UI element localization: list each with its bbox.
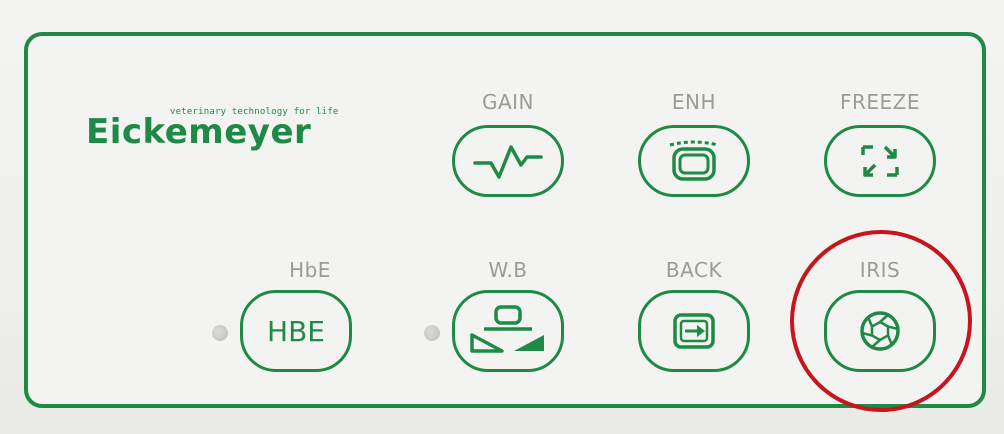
freeze-label: FREEZE [839,90,920,114]
wb-indicator-led [424,325,440,341]
hbe-indicator-led [212,325,228,341]
brand-logo: Eickemeyer [86,112,312,152]
enh-label: ENH [671,90,717,114]
return-screen-icon [671,311,717,351]
white-balance-icon [466,303,550,359]
freeze-button[interactable] [824,125,936,197]
hbe-label: HbE [289,258,331,282]
highlight-circle-iris [790,230,972,412]
collapse-arrows-icon [857,141,903,181]
hbe-button[interactable]: HBE [240,290,352,372]
waveform-icon [471,141,545,181]
hbe-button-text: HBE [267,314,325,348]
wb-button[interactable] [452,290,564,372]
gain-button[interactable] [452,125,564,197]
screen-enhance-icon [662,137,726,185]
gain-label: GAIN [481,90,535,114]
back-label: BACK [665,258,723,282]
back-button[interactable] [638,290,750,372]
enh-button[interactable] [638,125,750,197]
wb-label: W.B [488,258,528,282]
